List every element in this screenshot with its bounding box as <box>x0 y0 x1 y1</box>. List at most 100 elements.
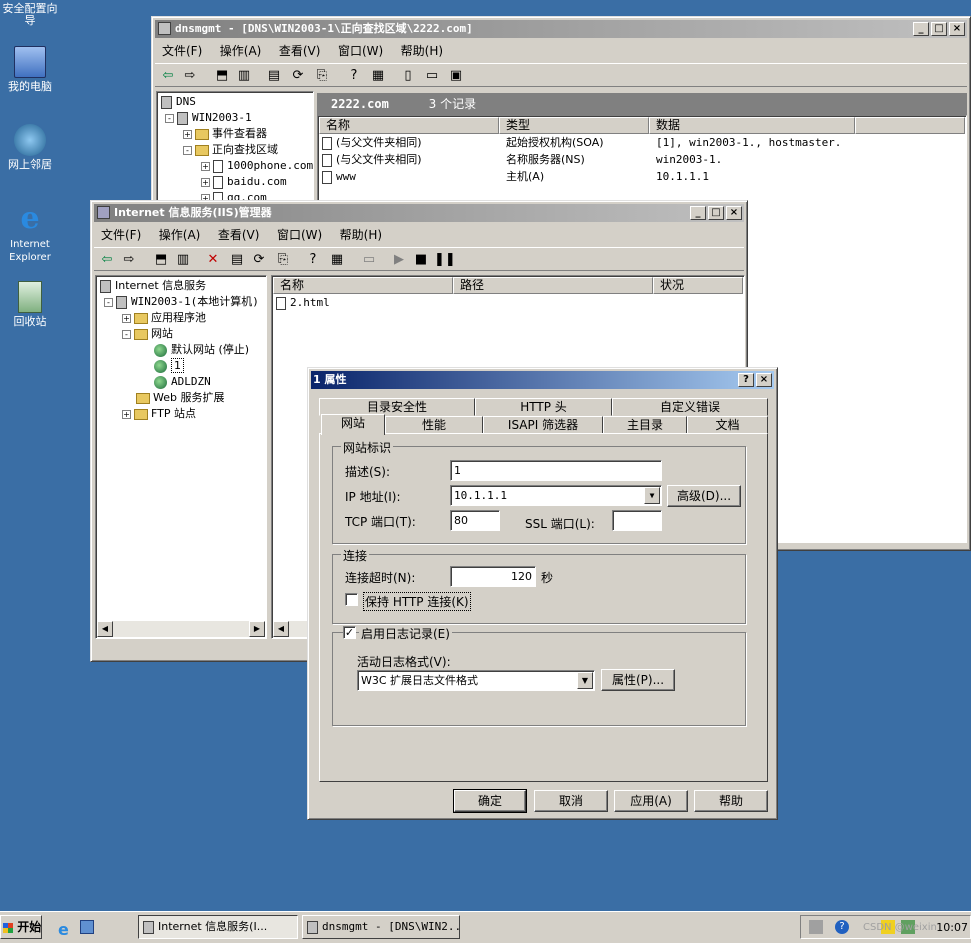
tab-home-directory[interactable]: 主目录 <box>603 416 687 434</box>
expand-icon[interactable]: + <box>183 129 192 139</box>
refresh-icon[interactable]: ⟳ <box>289 67 307 84</box>
tree-item-site-1[interactable]: 1 <box>154 358 184 374</box>
tree-item-server[interactable]: - WIN2003-1 <box>165 110 252 126</box>
menu-help[interactable]: 帮助(H) <box>394 41 450 61</box>
collapse-icon[interactable]: - <box>104 297 113 307</box>
scroll-left-icon[interactable]: ◀ <box>273 621 289 637</box>
desktop-icon-ie[interactable]: e Internet Explorer <box>0 203 60 264</box>
tree-item-forward-zones[interactable]: - 正向查找区域 <box>183 142 278 158</box>
help-icon[interactable]: ? <box>304 251 322 268</box>
help-button[interactable]: 帮助 <box>694 790 768 812</box>
table-row[interactable]: (与父文件夹相同) 名称服务器(NS) win2003-1. <box>322 152 962 168</box>
tree-item-web-extensions[interactable]: Web 服务扩展 <box>136 390 224 406</box>
column-header-name[interactable]: 名称 <box>273 277 453 294</box>
ip-address-select[interactable]: 10.1.1.1 ▼ <box>450 485 662 506</box>
desktop-icon-security-wizard[interactable]: 安全配置向导 <box>0 3 60 27</box>
table-row[interactable]: www 主机(A) 10.1.1.1 <box>322 169 962 185</box>
help-icon[interactable]: ? <box>738 373 754 387</box>
zone-icon[interactable]: ▣ <box>447 67 465 84</box>
tab-website[interactable]: 网站 <box>321 414 385 435</box>
dns-window-titlebar[interactable]: dnsmgmt - [DNS\WIN2003-1\正向查找区域\2222.com… <box>155 20 967 38</box>
advanced-button[interactable]: 高级(D)... <box>667 485 741 507</box>
menu-view[interactable]: 查看(V) <box>211 225 267 245</box>
menu-file[interactable]: 文件(F) <box>155 41 209 61</box>
menu-window[interactable]: 窗口(W) <box>270 225 329 245</box>
maximize-button[interactable]: □ <box>708 206 724 220</box>
log-properties-button[interactable]: 属性(P)... <box>601 669 675 691</box>
record-icon[interactable]: ▭ <box>423 67 441 84</box>
column-header-status[interactable]: 状况 <box>653 277 743 294</box>
close-button[interactable]: × <box>726 206 742 220</box>
dialog-titlebar[interactable]: 1 属性 ? × <box>311 371 774 389</box>
desktop-icon-my-computer[interactable]: 我的电脑 <box>0 46 60 93</box>
console-icon[interactable]: ▦ <box>369 67 387 84</box>
server-icon[interactable]: ▯ <box>399 67 417 84</box>
timeout-input[interactable]: 120 <box>450 566 536 587</box>
ok-button[interactable]: 确定 <box>453 789 527 813</box>
taskbar-dns-button[interactable]: dnsmgmt - [DNS\WIN2... <box>302 915 460 939</box>
up-folder-icon[interactable]: ⬒ <box>213 67 231 84</box>
tab-isapi-filters[interactable]: ISAPI 筛选器 <box>483 416 603 434</box>
forward-icon[interactable]: ⇨ <box>120 251 138 268</box>
apply-button[interactable]: 应用(A) <box>614 790 688 812</box>
show-tree-icon[interactable]: ▥ <box>235 67 253 84</box>
logging-checkbox[interactable]: ✓ <box>343 626 356 639</box>
tab-http-headers[interactable]: HTTP 头 <box>475 398 612 416</box>
column-header-type[interactable]: 类型 <box>499 117 649 134</box>
tree-item-adldzn[interactable]: ADLDZN <box>154 374 211 390</box>
column-header-data[interactable]: 数据 <box>649 117 855 134</box>
tree-item-dns[interactable]: DNS <box>161 94 196 110</box>
play-icon[interactable]: ▶ <box>390 251 408 268</box>
desktop-icon-network[interactable]: 网上邻居 <box>0 124 60 171</box>
keepalive-label[interactable]: 保持 HTTP 连接(K) <box>363 592 471 611</box>
collapse-icon[interactable]: - <box>122 329 131 339</box>
menu-action[interactable]: 操作(A) <box>152 225 208 245</box>
tcp-port-input[interactable]: 80 <box>450 510 500 531</box>
refresh-icon[interactable]: ⟳ <box>250 251 268 268</box>
export-icon[interactable]: ⎘ <box>313 67 331 84</box>
show-tree-icon[interactable]: ▥ <box>174 251 192 268</box>
tree-item-zone[interactable]: +1000phone.com <box>201 158 313 174</box>
up-folder-icon[interactable]: ⬒ <box>152 251 170 268</box>
logging-label[interactable]: 启用日志记录(E) <box>359 625 452 642</box>
delete-icon[interactable]: ✕ <box>204 251 222 268</box>
expand-icon[interactable]: + <box>201 177 210 187</box>
minimize-button[interactable]: _ <box>913 22 929 36</box>
tree-item-iis[interactable]: Internet 信息服务 <box>100 278 206 294</box>
pause-icon[interactable]: ❚❚ <box>434 251 456 268</box>
menu-view[interactable]: 查看(V) <box>272 41 328 61</box>
properties-icon[interactable]: ▤ <box>228 251 246 268</box>
scroll-left-icon[interactable]: ◀ <box>97 621 113 637</box>
chevron-down-icon[interactable]: ▼ <box>644 487 660 504</box>
keepalive-checkbox[interactable] <box>345 593 358 606</box>
collapse-icon[interactable]: - <box>165 113 174 123</box>
tree-item-event-viewer[interactable]: + 事件查看器 <box>183 126 267 142</box>
stop-icon[interactable]: ■ <box>412 251 430 268</box>
maximize-button[interactable]: □ <box>931 22 947 36</box>
minimize-button[interactable]: _ <box>690 206 706 220</box>
expand-icon[interactable]: + <box>201 161 210 171</box>
column-header-name[interactable]: 名称 <box>319 117 499 134</box>
menu-file[interactable]: 文件(F) <box>94 225 148 245</box>
back-icon[interactable]: ⇦ <box>98 251 116 268</box>
back-icon[interactable]: ⇦ <box>159 67 177 84</box>
tab-custom-errors[interactable]: 自定义错误 <box>612 398 768 416</box>
desktop-icon-recycle-bin[interactable]: 回收站 <box>0 281 60 328</box>
log-format-select[interactable]: W3C 扩展日志文件格式 ▼ <box>357 670 595 691</box>
tree-item-app-pools[interactable]: + 应用程序池 <box>122 310 206 326</box>
taskbar-iis-button[interactable]: Internet 信息服务(I... <box>138 915 298 939</box>
tab-documents[interactable]: 文档 <box>687 416 768 434</box>
column-header-path[interactable]: 路径 <box>453 277 653 294</box>
forward-icon[interactable]: ⇨ <box>181 67 199 84</box>
iis-window-titlebar[interactable]: Internet 信息服务(IIS)管理器 _ □ × <box>94 204 744 222</box>
chevron-down-icon[interactable]: ▼ <box>577 672 593 689</box>
export-icon[interactable]: ⎘ <box>274 251 292 268</box>
tree-item-local-computer[interactable]: - WIN2003-1(本地计算机) <box>104 294 259 310</box>
properties-icon[interactable]: ▤ <box>265 67 283 84</box>
scroll-right-icon[interactable]: ▶ <box>249 621 265 637</box>
tab-performance[interactable]: 性能 <box>385 416 483 434</box>
tree-item-default-site[interactable]: 默认网站 (停止) <box>154 342 249 358</box>
tree-item-zone[interactable]: + baidu.com <box>201 174 287 190</box>
expand-icon[interactable]: + <box>122 313 131 323</box>
close-button[interactable]: × <box>756 373 772 387</box>
